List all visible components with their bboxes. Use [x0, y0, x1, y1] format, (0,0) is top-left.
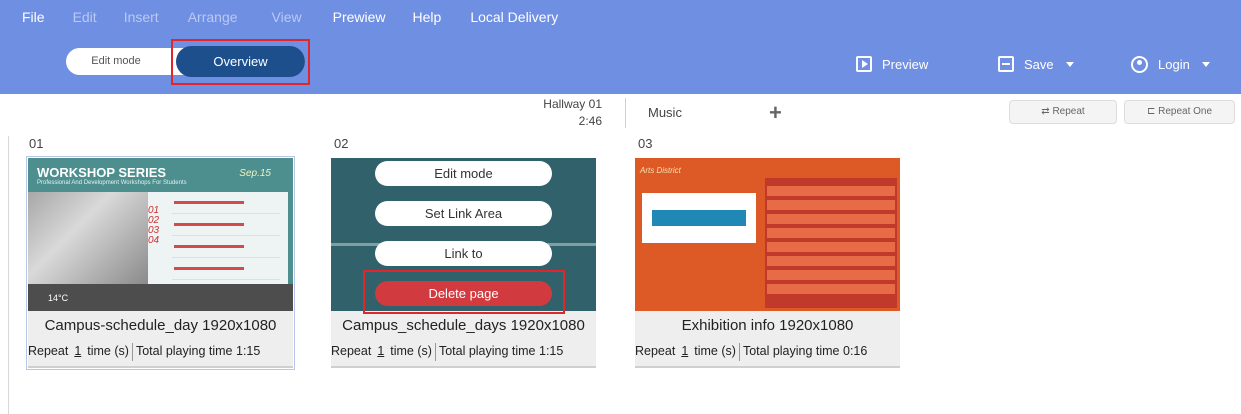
repeat-label: Repeat	[28, 344, 69, 358]
chevron-down-icon[interactable]	[1065, 61, 1074, 67]
page-title: Campus_schedule_days 1920x1080	[331, 311, 596, 338]
page-title: Campus-schedule_day 1920x1080	[28, 311, 293, 338]
repeat-label: Repeat	[1052, 106, 1085, 117]
edit-mode-tab[interactable]: Edit mode	[66, 48, 166, 75]
user-icon	[1131, 56, 1148, 73]
login-label: Login	[1158, 57, 1190, 72]
page-title: Exhibition info 1920x1080	[635, 311, 900, 338]
total-playing-time: Total playing time 1:15	[438, 344, 564, 358]
thumb-heading: WORKSHOP SERIES	[37, 165, 167, 180]
context-set-link-area-button[interactable]: Set Link Area	[375, 201, 552, 226]
playlist-name: Hallway 01	[543, 97, 602, 111]
add-icon[interactable]: +	[769, 100, 782, 126]
repeat-count[interactable]: 1	[377, 344, 384, 358]
repeat-count[interactable]: 1	[681, 344, 688, 358]
preview-button[interactable]: Preview	[856, 56, 928, 72]
thumb-subheading: Professional And Development Workshops F…	[37, 180, 187, 186]
thumb-indices: 01 02 03 04	[148, 206, 159, 246]
page-meta: Repeat 1 time (s) Total playing time 0:16	[635, 338, 900, 368]
thumb-banner	[642, 193, 756, 243]
playlist-duration: 2:46	[578, 114, 602, 128]
menu-insert[interactable]: Insert	[124, 9, 159, 25]
menu-view[interactable]: View	[272, 9, 302, 25]
page-thumbnail[interactable]: WORKSHOP SERIES Professional And Develop…	[28, 158, 293, 311]
menu-edit[interactable]: Edit	[73, 9, 97, 25]
login-button[interactable]: Login	[1131, 56, 1210, 73]
page-thumbnail[interactable]: Arts District	[635, 158, 900, 311]
repeat-count[interactable]: 1	[74, 344, 81, 358]
save-button[interactable]: Save	[998, 56, 1074, 72]
time-unit: time (s)	[694, 344, 736, 358]
thumb-index: 04	[148, 235, 160, 246]
menu-file[interactable]: File	[22, 9, 45, 25]
repeat-button[interactable]: ⇄ Repeat	[1009, 100, 1117, 124]
preview-label: Preview	[882, 56, 929, 72]
context-link-to-button[interactable]: Link to	[375, 241, 552, 266]
thumb-photo	[28, 192, 148, 284]
time-unit: time (s)	[87, 344, 129, 358]
page-meta: Repeat 1 time (s) Total playing time 1:15	[331, 338, 596, 368]
thumb-course-list	[148, 192, 288, 284]
delete-highlight-box	[363, 270, 565, 314]
menu-local-delivery[interactable]: Local Delivery	[470, 9, 558, 25]
repeat-label: Repeat	[331, 344, 372, 358]
menu-bar: File Edit Insert Arrange View Prewiew He…	[22, 9, 583, 25]
left-divider	[8, 136, 9, 414]
divider	[625, 98, 626, 128]
total-playing-time: Total playing time 1:15	[135, 344, 261, 358]
thumb-date: Sep.15	[239, 168, 271, 179]
music-tab[interactable]: Music	[648, 105, 682, 120]
save-icon	[998, 56, 1014, 72]
total-playing-time: Total playing time 0:16	[742, 344, 868, 358]
menu-help[interactable]: Help	[413, 9, 442, 25]
divider	[738, 342, 740, 361]
context-edit-mode-button[interactable]: Edit mode	[375, 161, 552, 186]
play-icon	[856, 56, 872, 72]
page-card-01[interactable]: WORKSHOP SERIES Professional And Develop…	[26, 156, 295, 370]
save-label: Save	[1024, 56, 1054, 72]
page-number: 03	[638, 136, 653, 151]
divider	[434, 342, 436, 361]
repeat-one-label: Repeat One	[1158, 106, 1213, 117]
page-card-02[interactable]: Edit mode Set Link Area Link to Delete p…	[331, 158, 596, 368]
thumb-weather-bar: 14°C	[28, 284, 293, 311]
menu-prewiew[interactable]: Prewiew	[333, 9, 386, 25]
overview-highlight-box	[171, 39, 310, 85]
thumb-temperature: 14°C	[48, 293, 69, 303]
repeat-label: Repeat	[635, 344, 676, 358]
divider	[131, 342, 133, 361]
thumb-heading: Arts District	[640, 166, 681, 175]
page-number: 01	[29, 136, 44, 151]
playlist-info: Hallway 01 2:46	[530, 96, 602, 130]
chevron-down-icon[interactable]	[1201, 62, 1210, 67]
repeat-one-button[interactable]: ⊏ Repeat One	[1124, 100, 1235, 124]
thumb-table	[765, 178, 897, 308]
page-number: 02	[334, 136, 349, 151]
menu-arrange[interactable]: Arrange	[188, 9, 238, 25]
time-unit: time (s)	[390, 344, 432, 358]
page-meta: Repeat 1 time (s) Total playing time 1:15	[28, 338, 293, 368]
page-card-03[interactable]: Arts District Exhibition info 1920x1080 …	[635, 158, 900, 368]
